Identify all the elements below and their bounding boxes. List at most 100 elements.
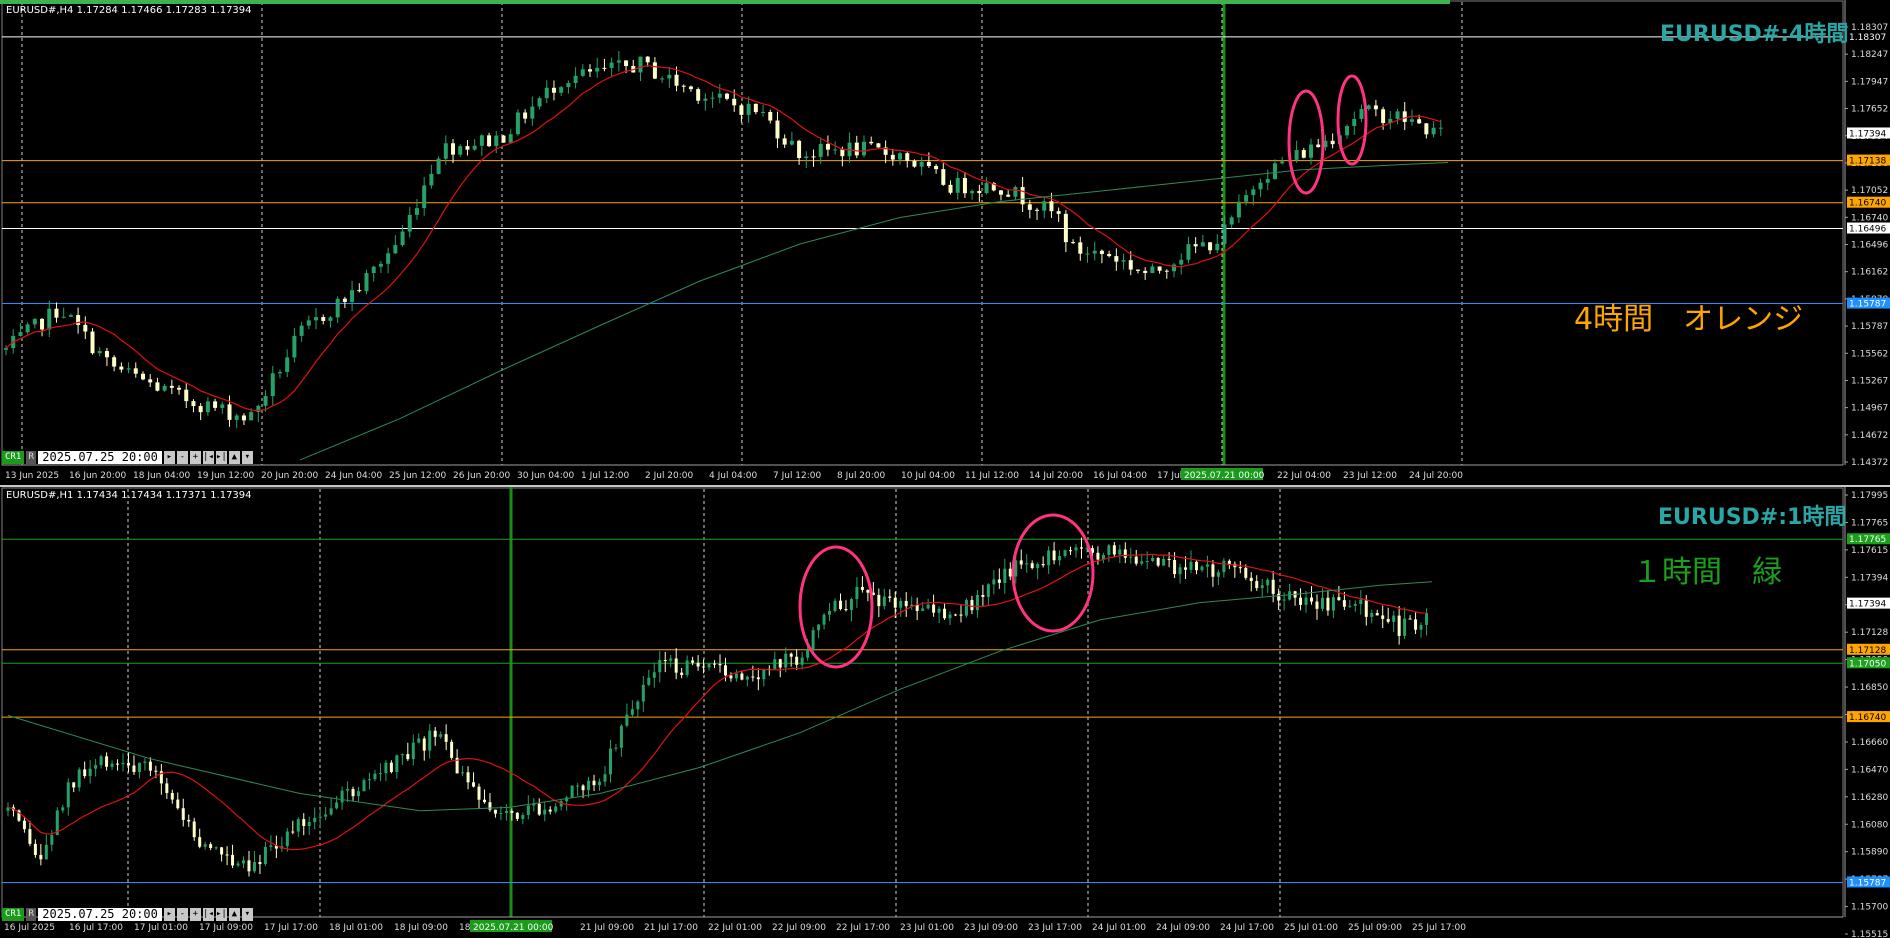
- price-box-label: 1.16740: [1849, 199, 1886, 209]
- candle-body: [1099, 250, 1104, 254]
- candle-body: [669, 658, 673, 661]
- candle-body: [926, 604, 930, 609]
- h4-r-button[interactable]: R: [26, 450, 37, 464]
- h4-first-button[interactable]: |◂: [202, 450, 214, 464]
- price-box-label: 1.17050: [1849, 659, 1886, 669]
- candle-body: [1063, 213, 1068, 243]
- candle-body: [592, 780, 596, 786]
- highlight-time-label: 2025.07.21 00:00: [473, 923, 554, 933]
- h4-minus-button[interactable]: -: [176, 450, 188, 464]
- h1-plus-button[interactable]: +: [189, 907, 201, 921]
- time-tick-label: 24 Jul 17:00: [1220, 923, 1274, 933]
- h1-up-button[interactable]: ▲: [228, 907, 240, 921]
- candle-body: [155, 382, 160, 391]
- candle-body: [800, 657, 804, 665]
- candle-body: [121, 762, 125, 765]
- candle-body: [1414, 619, 1418, 630]
- candle-body: [1013, 187, 1018, 197]
- h1-last-button[interactable]: ▸|: [215, 907, 227, 921]
- candle-body: [970, 190, 975, 194]
- candle-body: [444, 734, 448, 742]
- candle-body: [318, 816, 322, 818]
- time-tick-label: 16 Jun 20:00: [69, 471, 126, 481]
- candle-body: [364, 273, 369, 292]
- candle-body: [143, 761, 147, 763]
- h4-chart-pane[interactable]: 1.18307 1.18247 1.17947 1.17652 1.17394 1.171…: [0, 0, 1890, 485]
- candle-body: [521, 815, 525, 819]
- candle-body: [406, 754, 410, 760]
- time-tick-label: 23 Jul 01:00: [900, 923, 954, 933]
- candle-body: [132, 765, 136, 773]
- candle-body: [688, 86, 693, 90]
- h1-chart-pane[interactable]: 1.179951.177651.176151.173941.172351.171…: [0, 487, 1890, 938]
- candle-body: [717, 93, 722, 98]
- candle-body: [177, 387, 182, 390]
- h4-down-button[interactable]: ▾: [241, 450, 253, 464]
- h4-up-button[interactable]: ▲: [228, 450, 240, 464]
- candle-body: [50, 835, 54, 845]
- candle-body: [588, 69, 593, 72]
- candle-body: [797, 140, 802, 159]
- h1-r-button[interactable]: R: [26, 907, 37, 921]
- candle-body: [1112, 545, 1116, 555]
- candle-body: [828, 610, 832, 615]
- candle-body: [674, 658, 678, 673]
- ma-green-line: [299, 162, 1449, 461]
- candle-body: [1409, 119, 1414, 122]
- candle-body: [285, 357, 290, 372]
- candle-body: [1035, 209, 1040, 211]
- plot-border: [1, 0, 1844, 466]
- candle-body: [667, 74, 672, 79]
- candle-body: [22, 820, 26, 830]
- candle-body: [992, 579, 996, 585]
- candle-body: [395, 755, 399, 773]
- h4-annotation: 4時間 オレンジ: [1574, 302, 1804, 337]
- price-box-label: 1.15787: [1849, 300, 1886, 310]
- price-tick-label: 1.14372: [1851, 458, 1888, 468]
- h1-chart-canvas[interactable]: 1.179951.177651.176151.173941.172351.171…: [0, 487, 1890, 938]
- candle-body: [458, 146, 463, 155]
- time-tick-label: 18 Jun 04:00: [133, 471, 190, 481]
- candle-body: [877, 595, 881, 607]
- candle-body: [97, 351, 102, 354]
- h4-last-button[interactable]: ▸|: [215, 450, 227, 464]
- h4-cr-button[interactable]: CR1: [2, 450, 25, 464]
- candle-body: [1118, 549, 1122, 555]
- candle-body: [1052, 550, 1056, 561]
- candle-body: [544, 87, 549, 99]
- candle-body: [192, 821, 196, 838]
- h1-date-input[interactable]: 2025.07.25 20:00: [38, 907, 162, 921]
- plot-border: [1, 487, 1844, 918]
- time-tick-label: 14 Jul 20:00: [1029, 471, 1083, 481]
- candle-body: [937, 608, 941, 613]
- h1-cr-button[interactable]: CR1: [2, 907, 25, 921]
- h1-minus-button[interactable]: -: [176, 907, 188, 921]
- candle-body: [1309, 144, 1314, 158]
- candle-body: [681, 85, 686, 87]
- candle-body: [231, 854, 235, 866]
- candle-body: [1310, 597, 1314, 602]
- h1-play-button[interactable]: ▸: [163, 907, 175, 921]
- candle-body: [1277, 593, 1281, 601]
- price-box-label: 1.17394: [1849, 600, 1886, 610]
- candle-body: [548, 809, 552, 812]
- h4-date-input[interactable]: 2025.07.25 20:00: [38, 450, 162, 464]
- ma-green-line: [7, 581, 1433, 812]
- candle-body: [451, 143, 456, 155]
- h4-chart-canvas[interactable]: 1.18307 1.18247 1.17947 1.17652 1.17394 1.171…: [0, 0, 1890, 485]
- candle-body: [213, 401, 218, 408]
- candle-body: [1255, 581, 1259, 589]
- h1-down-button[interactable]: ▾: [241, 907, 253, 921]
- candle-body: [888, 596, 892, 598]
- candle-body: [429, 173, 434, 186]
- h1-first-button[interactable]: |◂: [202, 907, 214, 921]
- candle-body: [614, 747, 618, 749]
- candle-body: [350, 290, 355, 302]
- candle-body: [466, 772, 470, 783]
- candle-body: [1215, 243, 1220, 251]
- h4-plus-button[interactable]: +: [189, 450, 201, 464]
- candle-body: [1047, 550, 1051, 566]
- candle-body: [1392, 615, 1396, 622]
- candle-body: [899, 600, 903, 608]
- h4-play-button[interactable]: ▸: [163, 450, 175, 464]
